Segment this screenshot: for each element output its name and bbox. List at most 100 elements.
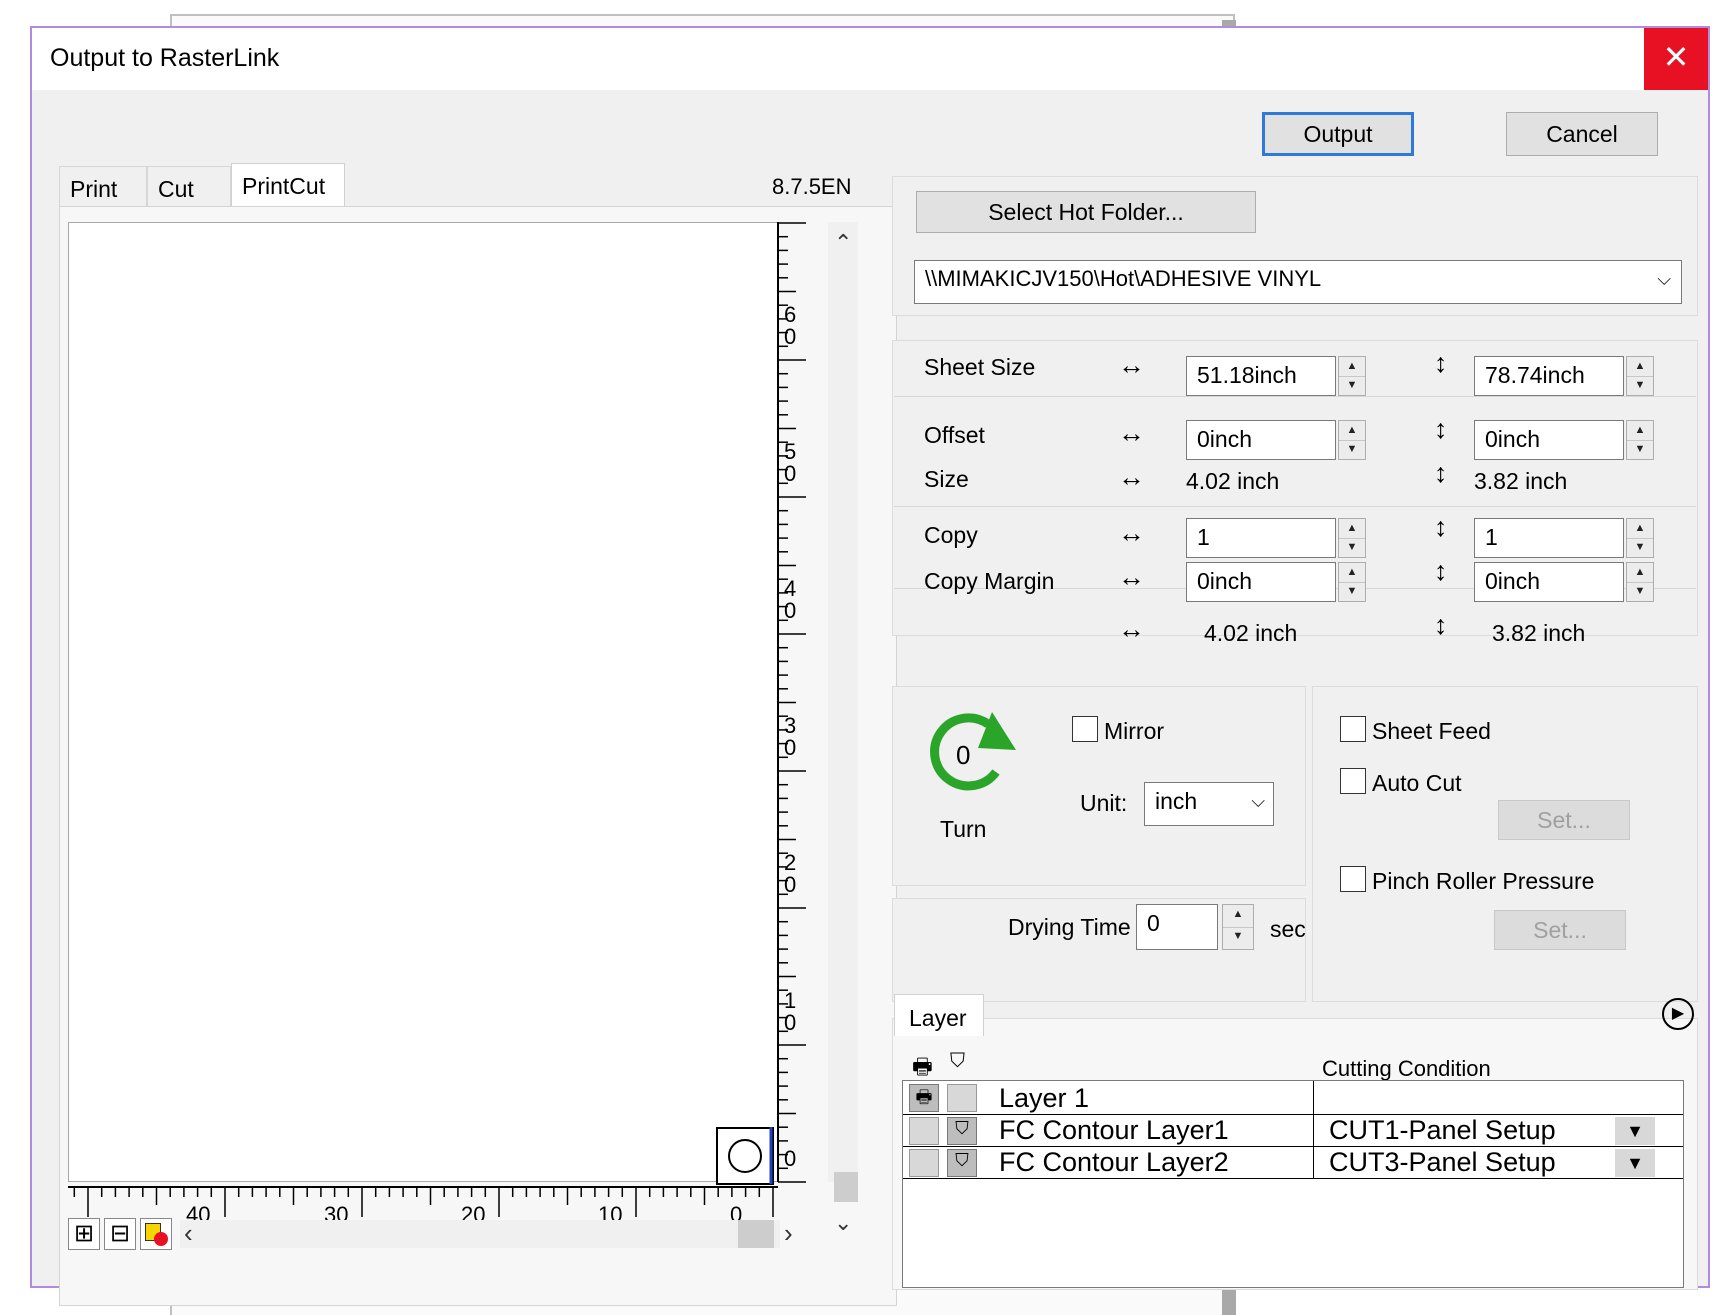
horizontal-arrow-icon: ↔ xyxy=(1118,518,1145,548)
size-height-value: 3.82 inch xyxy=(1474,468,1568,494)
color-icon[interactable] xyxy=(140,1218,172,1250)
svg-text:0: 0 xyxy=(784,461,796,486)
sheet-width-stepper[interactable]: ▲ ▼ xyxy=(1338,356,1366,396)
tab-layer[interactable]: Layer xyxy=(894,994,984,1036)
scroll-down-icon: ⌄ xyxy=(834,1210,852,1235)
offset-y-stepper[interactable]: ▲ ▼ xyxy=(1626,420,1654,460)
auto-cut-set-button[interactable]: Set... xyxy=(1498,800,1630,840)
cut-column-icon: ⛉ xyxy=(950,1050,965,1072)
sheet-feed-checkbox[interactable] xyxy=(1340,716,1366,742)
tab-print[interactable]: Print xyxy=(59,166,147,209)
y-tick-label: 0 xyxy=(784,1146,796,1171)
table-row[interactable]: ⛉ FC Contour Layer2 CUT3-Panel Setup ▼ xyxy=(903,1147,1683,1179)
scroll-up-icon: ⌃ xyxy=(834,230,852,255)
close-button[interactable]: ✕ xyxy=(1644,28,1708,90)
copy-x-stepper[interactable]: ▲ ▼ xyxy=(1338,518,1366,558)
mirror-checkbox[interactable] xyxy=(1072,716,1098,742)
chevron-down-icon[interactable]: ▼ xyxy=(1615,1149,1655,1177)
layer-condition[interactable]: CUT3-Panel Setup xyxy=(1329,1147,1556,1178)
svg-text:0: 0 xyxy=(784,872,796,897)
sheet-size-label: Sheet Size xyxy=(924,354,1036,380)
cutting-condition-header: Cutting Condition xyxy=(1322,1056,1491,1081)
drying-time-stepper[interactable]: ▲ ▼ xyxy=(1222,904,1254,950)
vertical-ruler-ticks xyxy=(778,222,806,1183)
vertical-arrow-icon: ↕ xyxy=(1434,610,1448,640)
total-height-value: 3.82 inch xyxy=(1492,620,1586,646)
close-icon: ✕ xyxy=(1662,39,1690,75)
tab-printcut[interactable]: PrintCut xyxy=(231,163,345,210)
window-title: Output to RasterLink xyxy=(50,44,280,72)
cancel-button[interactable]: Cancel xyxy=(1506,112,1658,156)
layer-name: FC Contour Layer1 xyxy=(999,1115,1229,1145)
copy-margin-label: Copy Margin xyxy=(924,568,1055,594)
drying-time-unit: sec xyxy=(1270,916,1306,942)
hotfolder-path: \\MIMAKICJV150\Hot\ADHESIVE VINYL xyxy=(925,266,1322,291)
copy-margin-y-input[interactable]: 0inch xyxy=(1474,562,1624,602)
horizontal-arrow-icon: ↔ xyxy=(1118,562,1145,592)
copy-label: Copy xyxy=(924,522,978,548)
offset-x-input[interactable]: 0inch xyxy=(1186,420,1336,460)
total-width-value: 4.02 inch xyxy=(1204,620,1298,646)
copy-x-input[interactable]: 1 xyxy=(1186,518,1336,558)
rotate-icon[interactable]: 0 xyxy=(926,710,1026,796)
vertical-arrow-icon: ↕ xyxy=(1434,348,1448,378)
offset-y-input[interactable]: 0inch xyxy=(1474,420,1624,460)
tab-cut[interactable]: Cut xyxy=(147,166,231,209)
sheet-height-input[interactable]: 78.74inch xyxy=(1474,356,1624,396)
auto-cut-checkbox[interactable] xyxy=(1340,768,1366,794)
offset-label: Offset xyxy=(924,422,985,448)
turn-label: Turn xyxy=(940,816,987,842)
print-toggle[interactable] xyxy=(909,1117,939,1145)
svg-text:0: 0 xyxy=(784,324,796,349)
chevron-down-icon: ⌵ xyxy=(1251,791,1265,811)
design-thumbnail xyxy=(716,1127,774,1185)
auto-cut-label: Auto Cut xyxy=(1372,770,1462,796)
options-group xyxy=(1312,686,1698,1002)
horizontal-arrow-icon: ↔ xyxy=(1118,350,1145,380)
horizontal-scroll-thumb[interactable] xyxy=(738,1220,774,1248)
width-fit-icon[interactable]: ⊟ xyxy=(104,1218,136,1250)
sheet-feed-label: Sheet Feed xyxy=(1372,718,1491,744)
print-icon[interactable]: 🖶 xyxy=(909,1084,939,1112)
unit-label: Unit: xyxy=(1080,790,1128,816)
copy-margin-y-stepper[interactable]: ▲ ▼ xyxy=(1626,562,1654,602)
vertical-arrow-icon: ↕ xyxy=(1434,556,1448,586)
pinch-roller-set-button[interactable]: Set... xyxy=(1494,910,1626,950)
cut-icon[interactable]: ⛉ xyxy=(947,1149,977,1177)
pinch-roller-label: Pinch Roller Pressure xyxy=(1372,868,1595,894)
chevron-down-icon[interactable]: ▼ xyxy=(1615,1117,1655,1145)
print-toggle[interactable] xyxy=(909,1149,939,1177)
table-row[interactable]: 🖶 Layer 1 xyxy=(903,1081,1683,1115)
copy-margin-x-stepper[interactable]: ▲ ▼ xyxy=(1338,562,1366,602)
pinch-roller-checkbox[interactable] xyxy=(1340,866,1366,892)
sheet-width-input[interactable]: 51.18inch xyxy=(1186,356,1336,396)
copy-margin-x-input[interactable]: 0inch xyxy=(1186,562,1336,602)
scroll-left-icon[interactable]: ‹ xyxy=(184,1218,193,1249)
expand-icon[interactable]: ▶ xyxy=(1662,998,1694,1030)
size-label: Size xyxy=(924,466,969,492)
horizontal-arrow-icon: ↔ xyxy=(1118,418,1145,448)
copy-y-input[interactable]: 1 xyxy=(1474,518,1624,558)
horizontal-scrollbar[interactable] xyxy=(180,1220,780,1248)
vertical-arrow-icon: ↕ xyxy=(1434,458,1448,488)
offset-x-stepper[interactable]: ▲ ▼ xyxy=(1338,420,1366,460)
preview-rulers: 60 50 40 30 20 10 0 40 30 20 10 0 ⌃ ⌄ xyxy=(68,222,858,1235)
scroll-right-icon[interactable]: › xyxy=(784,1218,793,1249)
cut-icon[interactable]: ⛉ xyxy=(947,1117,977,1145)
layer-condition[interactable]: CUT1-Panel Setup xyxy=(1329,1115,1556,1146)
size-width-value: 4.02 inch xyxy=(1186,468,1280,494)
unit-value: inch xyxy=(1155,788,1198,814)
output-button[interactable]: Output xyxy=(1262,112,1414,156)
layer-list: 🖶 Layer 1 ⛉ FC Contour Layer1 CUT1-Panel… xyxy=(902,1080,1684,1288)
drying-time-input[interactable]: 0 xyxy=(1136,904,1218,950)
fit-icon[interactable]: ⊞ xyxy=(68,1218,100,1250)
svg-text:0: 0 xyxy=(784,598,796,623)
copy-y-stepper[interactable]: ▲ ▼ xyxy=(1626,518,1654,558)
cut-toggle[interactable] xyxy=(947,1084,977,1112)
select-hot-folder-button[interactable]: Select Hot Folder... xyxy=(916,191,1256,233)
vertical-scroll-thumb xyxy=(834,1172,858,1202)
table-row[interactable]: ⛉ FC Contour Layer1 CUT1-Panel Setup ▼ xyxy=(903,1115,1683,1147)
unit-select[interactable]: inch ⌵ xyxy=(1144,782,1274,826)
sheet-height-stepper[interactable]: ▲ ▼ xyxy=(1626,356,1654,396)
hotfolder-path-select[interactable]: \\MIMAKICJV150\Hot\ADHESIVE VINYL ⌵ xyxy=(914,260,1682,304)
